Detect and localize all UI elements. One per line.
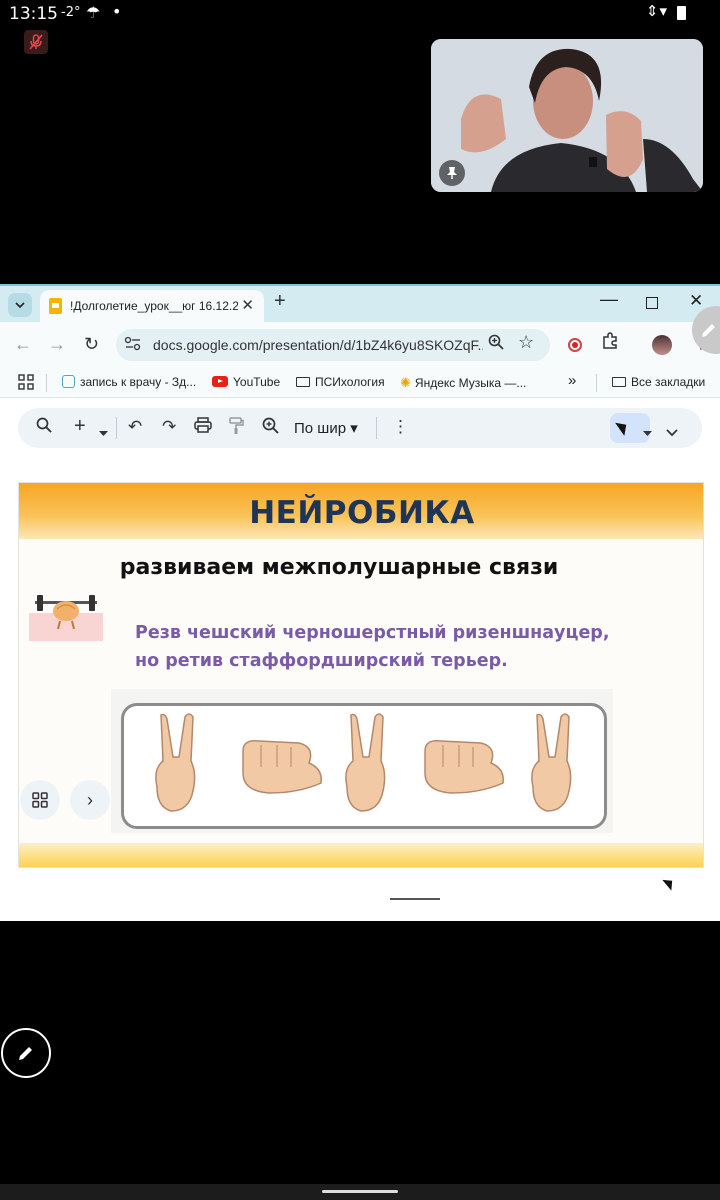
umbrella-icon: ☂	[86, 3, 101, 22]
tongue-twister-line-2: но ретив стаффордширский терьер.	[135, 651, 508, 671]
slides-toolbar: + ↶ ↷ По шир ▾ ⋮	[18, 408, 702, 448]
redo-button[interactable]: ↷	[162, 417, 176, 437]
pin-icon[interactable]	[439, 160, 465, 186]
horns-gesture-icon	[155, 713, 196, 812]
folder-icon	[612, 377, 626, 387]
signal-icon: ⇕▾	[645, 2, 668, 20]
zoom-in-icon[interactable]	[262, 417, 279, 439]
doc-icon	[62, 375, 75, 388]
zoom-icon[interactable]	[488, 334, 504, 355]
horns-gesture-icon	[345, 713, 386, 812]
collapse-toolbar-icon[interactable]	[666, 422, 678, 442]
new-tab-button[interactable]: +	[274, 290, 286, 313]
toolbar-divider	[376, 417, 377, 439]
sun-icon: ✺	[400, 375, 411, 390]
mouse-cursor-icon	[662, 875, 677, 891]
bookmark-label: Яндекс Музыка —...	[414, 376, 527, 390]
bookmarks-bar: запись к врачу - Зд... YouTube ПСИхологи…	[0, 368, 720, 398]
address-bar[interactable]: docs.google.com/presentation/d/1bZ4k6yu8…	[116, 329, 550, 361]
draw-button[interactable]	[1, 1028, 51, 1078]
notification-dot: •	[112, 2, 122, 21]
all-bookmarks-label: Все закладки	[631, 375, 706, 389]
apps-grid-icon[interactable]	[18, 374, 34, 390]
slides-viewer: + ↶ ↷ По шир ▾ ⋮ НЕЙРОБИКА развиваем меж…	[0, 398, 720, 921]
bookmark-yandex-music[interactable]: ✺ Яндекс Музыка —...	[400, 375, 526, 391]
slide-grid-button[interactable]	[20, 780, 60, 820]
slide-subtitle: развиваем межполушарные связи	[119, 555, 559, 580]
zoom-select[interactable]: По шир ▾	[294, 419, 358, 437]
slides-favicon-icon	[49, 298, 62, 314]
maximize-button[interactable]	[646, 297, 658, 309]
horns-gesture-icon	[531, 713, 572, 812]
profile-avatar[interactable]	[652, 335, 672, 355]
add-button[interactable]: +	[74, 415, 86, 438]
more-options-button[interactable]: ⋮	[392, 417, 409, 437]
tab-close-button[interactable]: ✕	[241, 296, 254, 314]
grid-icon	[32, 792, 48, 808]
fist-gesture-icon	[242, 739, 322, 794]
close-window-button[interactable]: ✕	[689, 291, 703, 311]
brain-dumbbell-icon	[29, 591, 103, 641]
gesture-panel	[111, 689, 613, 833]
status-bar: 13:15 -2° ☂ • ⇕▾	[0, 0, 720, 28]
pencil-icon	[19, 1047, 32, 1060]
all-bookmarks[interactable]: Все закладки	[612, 375, 705, 389]
gesture-illustration	[155, 713, 572, 812]
chevron-down-icon[interactable]	[643, 422, 652, 442]
pencil-icon	[702, 324, 715, 337]
extensions-icon[interactable]	[601, 332, 619, 355]
chevron-down-icon[interactable]	[99, 422, 108, 442]
bookmarks-divider	[596, 374, 597, 392]
back-button[interactable]: ←	[14, 334, 32, 355]
undo-button[interactable]: ↶	[128, 417, 142, 437]
search-icon[interactable]	[36, 417, 52, 438]
bookmark-label: ПСИхология	[315, 375, 385, 389]
cursor-arrow-icon	[615, 418, 631, 436]
more-bookmarks-button[interactable]: »	[568, 372, 576, 389]
next-slide-button[interactable]: ›	[70, 780, 110, 820]
print-icon[interactable]	[194, 417, 212, 438]
browser-toolbar: ← → ↻ docs.google.com/presentation/d/1bZ…	[0, 322, 720, 368]
status-temperature: -2°	[61, 5, 81, 20]
tongue-twister: Резв чешский черношерстный ризеншнауцер,…	[135, 619, 609, 675]
bookmark-label: YouTube	[233, 375, 281, 389]
tab-search-button[interactable]	[8, 293, 32, 317]
tab-title: !Долголетие_урок__юг 16.12.24	[70, 299, 238, 313]
slide-title: НЕЙРОБИКА	[249, 495, 475, 531]
url-text[interactable]: docs.google.com/presentation/d/1bZ4k6yu8…	[153, 337, 483, 353]
bookmark-star-icon[interactable]: ☆	[518, 332, 534, 353]
record-extension-icon[interactable]	[568, 338, 582, 352]
bookmark-youtube[interactable]: YouTube	[212, 375, 280, 389]
fist-gesture-icon	[424, 739, 504, 794]
participant-video[interactable]	[431, 39, 703, 192]
slide-footer-band	[19, 843, 703, 867]
battery-icon	[677, 6, 686, 20]
bookmark-label: запись к врачу - Зд...	[80, 375, 197, 389]
slide-canvas: НЕЙРОБИКА развиваем межполушарные связи	[18, 482, 704, 868]
status-time: 13:15	[9, 4, 58, 24]
youtube-icon	[212, 376, 228, 387]
reload-button[interactable]: ↻	[84, 334, 99, 355]
bookmark-doctor[interactable]: запись к врачу - Зд...	[62, 375, 196, 389]
bookmarks-divider	[46, 374, 47, 392]
browser-window: !Долголетие_урок__юг 16.12.24 ✕ + — ✕ ← …	[0, 284, 720, 921]
toolbar-divider	[116, 417, 117, 439]
forward-button[interactable]: →	[48, 334, 66, 355]
participant-picture	[431, 39, 703, 192]
folder-icon	[296, 377, 310, 387]
mic-off-icon[interactable]	[24, 30, 48, 54]
home-handle[interactable]	[322, 1190, 398, 1193]
active-tab[interactable]: !Долголетие_урок__юг 16.12.24 ✕	[40, 290, 264, 322]
minimize-button[interactable]: —	[600, 289, 618, 310]
chevron-down-icon	[15, 302, 25, 308]
tongue-twister-line-1: Резв чешский черношерстный ризеншнауцер,	[135, 623, 610, 643]
site-info-icon[interactable]	[124, 336, 144, 354]
paint-format-icon[interactable]	[228, 417, 244, 440]
tab-strip: !Долголетие_урок__юг 16.12.24 ✕ + — ✕	[0, 286, 720, 322]
gesture-nav-bar	[0, 1184, 720, 1200]
bookmark-psychology[interactable]: ПСИхология	[296, 375, 385, 389]
tablet-screen: 13:15 -2° ☂ • ⇕▾ !Долголетие_урок__юг 16…	[0, 0, 720, 1200]
page-indicator	[390, 898, 440, 900]
